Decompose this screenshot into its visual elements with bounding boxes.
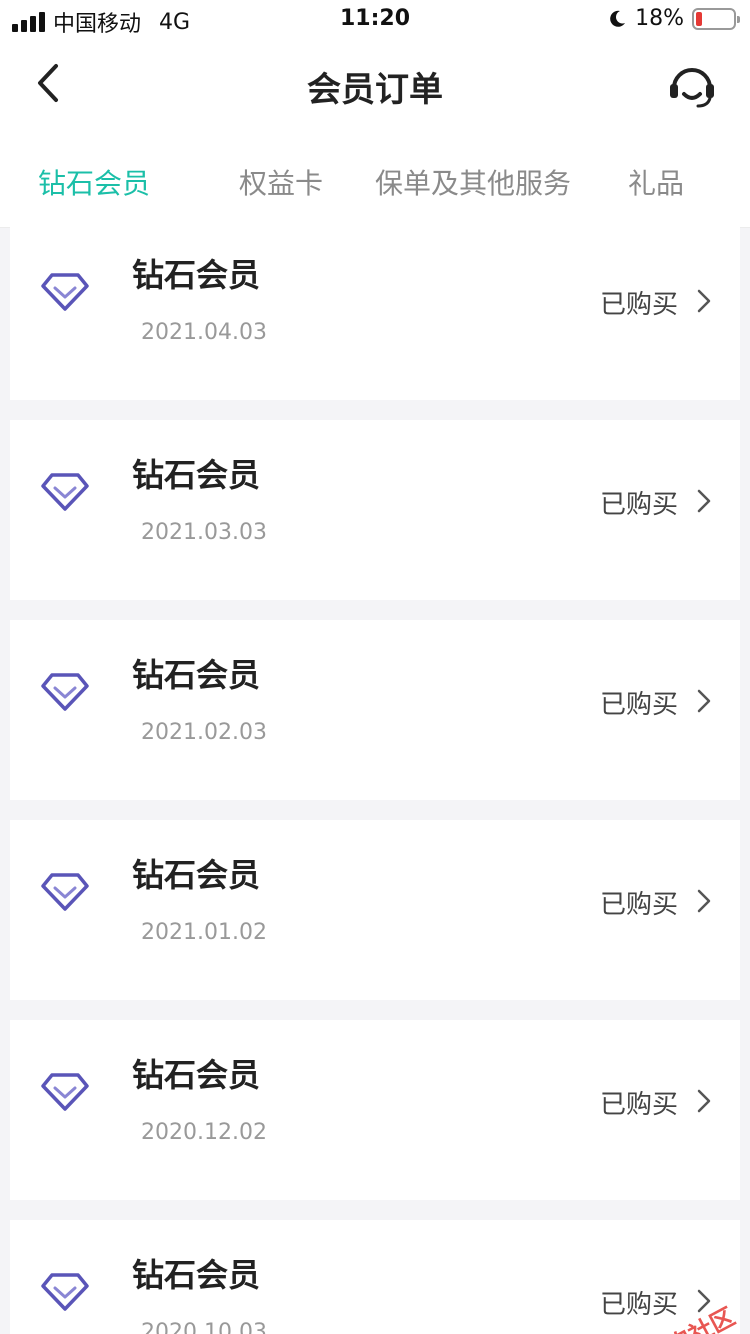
order-title: 钻石会员 [132, 1056, 261, 1094]
order-status: 已购买 [599, 490, 678, 520]
order-card[interactable]: 钻石会员 2021.02.03 已购买 [10, 620, 740, 800]
chevron-right-icon [697, 889, 711, 913]
tab-policy-services[interactable]: 保单及其他服务 [375, 162, 571, 202]
order-card[interactable]: 钻石会员 2021.04.03 已购买 [10, 220, 740, 400]
order-date: 2021.02.03 [141, 720, 267, 745]
order-card[interactable]: 钻石会员 2020.10.03 已购买 [10, 1220, 740, 1334]
order-title: 钻石会员 [132, 256, 261, 294]
tab-benefit-card[interactable]: 权益卡 [239, 162, 323, 202]
battery-level [696, 11, 703, 26]
battery-percent: 18% [635, 6, 684, 31]
status-right: 18% [607, 6, 740, 31]
diamond-icon [41, 273, 89, 311]
order-status: 已购买 [599, 290, 678, 320]
order-status: 已购买 [599, 1090, 678, 1120]
battery-icon [692, 7, 740, 30]
diamond-icon [41, 873, 89, 911]
chevron-right-icon [697, 689, 711, 713]
page-title: 会员订单 [307, 70, 443, 110]
order-status: 已购买 [599, 1290, 678, 1320]
order-card[interactable]: 钻石会员 2020.12.02 已购买 [10, 1020, 740, 1200]
order-date: 2021.03.03 [141, 520, 267, 545]
order-title: 钻石会员 [132, 656, 261, 694]
diamond-icon [41, 1273, 89, 1311]
order-date: 2021.04.03 [141, 320, 267, 345]
tab-gifts[interactable]: 礼品 [628, 162, 684, 202]
moon-icon [610, 10, 626, 27]
order-date: 2020.10.03 [141, 1320, 267, 1334]
nav-bar: 会员订单 [0, 40, 750, 130]
category-tabs: 钻石会员 权益卡 保单及其他服务 礼品 [0, 130, 750, 228]
headset-icon [670, 68, 714, 108]
chevron-right-icon [697, 489, 711, 513]
order-title: 钻石会员 [132, 1256, 261, 1294]
chevron-right-icon [697, 1089, 711, 1113]
order-title: 钻石会员 [132, 456, 261, 494]
order-date: 2021.01.02 [141, 920, 267, 945]
order-status: 已购买 [599, 690, 678, 720]
diamond-icon [41, 673, 89, 711]
diamond-icon [41, 473, 89, 511]
order-status: 已购买 [599, 890, 678, 920]
chevron-right-icon [697, 289, 711, 313]
order-date: 2020.12.02 [141, 1120, 267, 1145]
customer-service-button[interactable] [664, 60, 720, 112]
order-card[interactable]: 钻石会员 2021.01.02 已购买 [10, 820, 740, 1000]
diamond-icon [41, 1073, 89, 1111]
order-title: 钻石会员 [132, 856, 261, 894]
tab-diamond-member[interactable]: 钻石会员 [38, 162, 150, 202]
status-bar: 中国移动 4G 11:20 18% [0, 0, 750, 40]
order-card[interactable]: 钻石会员 2021.03.03 已购买 [10, 420, 740, 600]
